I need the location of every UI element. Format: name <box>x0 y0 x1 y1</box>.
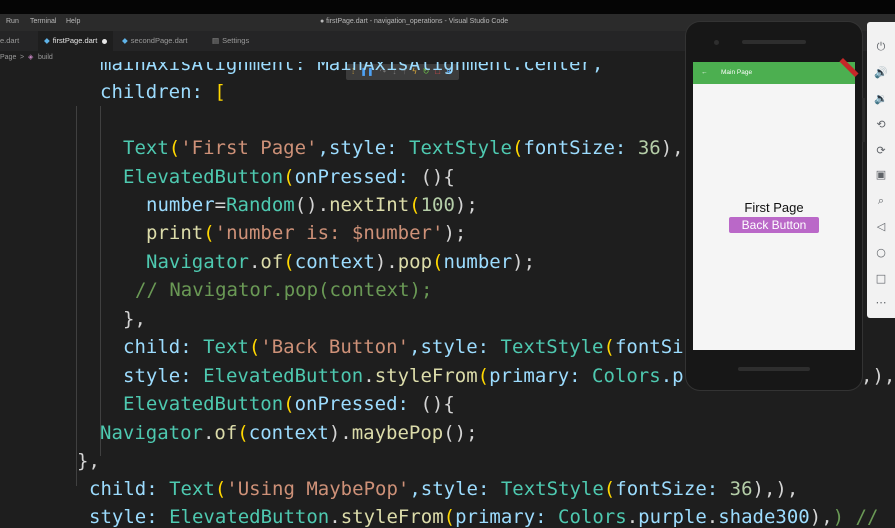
first-page-text: First Page <box>744 200 804 215</box>
home-icon[interactable]: ○ <box>867 246 895 259</box>
code-line: child: Text('Back Button',style: TextSty… <box>123 336 684 358</box>
tab-label: Settings <box>222 36 250 45</box>
back-button[interactable]: Back Button <box>729 217 819 233</box>
code-line: child: Text('Using MaybePop',style: Text… <box>89 478 799 500</box>
window-title: ● firstPage.dart - navigation_operations… <box>320 18 509 25</box>
bottom-speaker <box>738 367 810 371</box>
dart-file-icon: ◆ <box>122 36 128 45</box>
zoom-icon[interactable]: ⌕ <box>867 194 895 208</box>
app-bar-title: Main Page <box>721 69 753 76</box>
code-line: children: [ <box>100 81 226 103</box>
code-line: }, <box>123 308 146 330</box>
tab-secondpage[interactable]: ◆ secondPage.dart <box>116 31 194 51</box>
code-line: print('number is: $number'); <box>146 222 467 244</box>
code-line: number=Random().nextInt(100); <box>146 194 478 216</box>
arrow-back-icon[interactable]: ← <box>701 62 708 84</box>
phone-side-button <box>862 98 865 142</box>
code-line: ElevatedButton(onPressed: (){ <box>123 166 455 188</box>
screen-top-bezel <box>0 0 895 14</box>
volume-down-icon[interactable]: 🔉 <box>867 92 895 105</box>
code-line: }, <box>77 450 100 472</box>
code-line: Navigator.of(context).maybePop(); <box>100 422 478 444</box>
volume-up-icon[interactable]: 🔊 <box>867 66 895 79</box>
tab-e-dart[interactable]: e.dart <box>0 31 25 51</box>
tab-firstpage[interactable]: ◆ firstPage.dart <box>38 31 114 51</box>
code-line: Navigator.of(context).pop(number); <box>146 251 536 273</box>
menu-terminal[interactable]: Terminal <box>30 18 56 25</box>
menu-run[interactable]: Run <box>6 18 19 25</box>
debug-banner <box>839 57 859 78</box>
code-line: Text('First Page',style: TextStyle(fontS… <box>123 137 684 159</box>
more-icon[interactable]: ⋯ <box>867 296 895 309</box>
unsaved-dot-icon <box>102 38 108 44</box>
code-line: ElevatedButton(onPressed: (){ <box>123 393 455 415</box>
app-bar: ← Main Page <box>693 57 859 84</box>
power-icon[interactable]: ⏻ <box>867 40 895 54</box>
rotate-right-icon[interactable]: ⟳ <box>867 144 895 157</box>
rotate-left-icon[interactable]: ⟲ <box>867 118 895 131</box>
camera-icon[interactable]: ▣ <box>867 168 895 181</box>
tab-settings[interactable]: ▤ Settings <box>206 31 255 51</box>
settings-icon: ▤ <box>212 36 220 45</box>
code-line: style: ElevatedButton.styleFrom(primary:… <box>89 506 879 528</box>
emulator-screen[interactable]: ← Main Page First Page Back Button <box>693 57 859 350</box>
code-line: style: ElevatedButton.styleFrom(primary:… <box>123 365 895 387</box>
indent-guide <box>76 106 77 486</box>
emulator-toolbar: ⏻ 🔊 🔉 ⟲ ⟳ ▣ ⌕ ◁ ○ □ ⋯ <box>867 22 895 318</box>
tab-label: e.dart <box>0 36 20 45</box>
dart-file-icon: ◆ <box>44 36 50 45</box>
android-emulator: ← Main Page First Page Back Button <box>686 22 862 390</box>
code-line: mainAxisAlignment: MainAxisAlignment.cen… <box>100 53 604 75</box>
earpiece-speaker <box>742 40 806 44</box>
menu-help[interactable]: Help <box>66 18 80 25</box>
front-camera <box>714 40 719 45</box>
code-line: // Navigator.pop(context); <box>135 279 433 301</box>
tab-label: secondPage.dart <box>130 36 188 45</box>
tab-label: firstPage.dart <box>52 36 98 45</box>
indent-guide <box>100 106 101 456</box>
overview-icon[interactable]: □ <box>867 272 895 285</box>
back-icon[interactable]: ◁ <box>867 220 895 233</box>
